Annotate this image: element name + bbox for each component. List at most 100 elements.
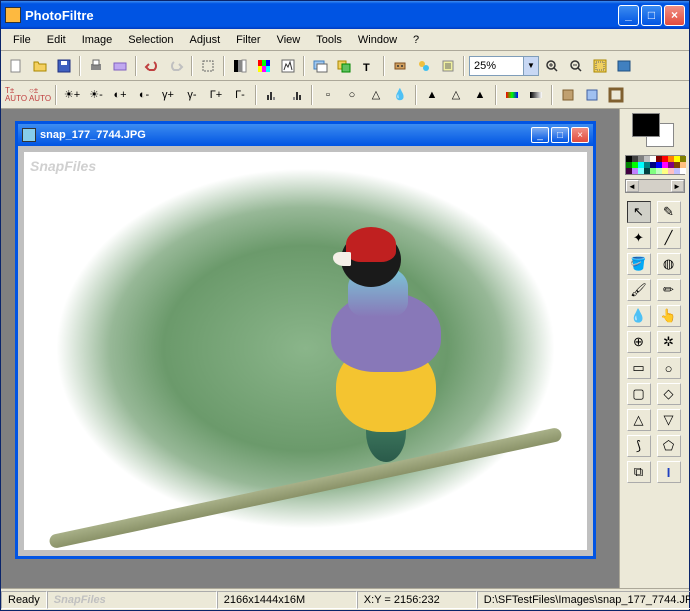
dust-icon[interactable]: △ (445, 84, 467, 106)
magic-wand-icon[interactable]: ✦ (627, 227, 651, 249)
doc-maximize-button[interactable]: □ (551, 127, 569, 143)
sat-plus-icon[interactable]: Γ+ (205, 84, 227, 106)
menu-selection[interactable]: Selection (120, 32, 181, 48)
diamond-icon[interactable]: ◇ (657, 383, 681, 405)
bright-plus-icon[interactable]: ☀+ (61, 84, 83, 106)
options-icon[interactable] (437, 55, 459, 77)
effects-icon[interactable] (413, 55, 435, 77)
contrast-minus-icon[interactable]: ◐- (133, 84, 155, 106)
eyedropper-icon[interactable]: ✎ (657, 201, 681, 223)
fullscreen-icon[interactable] (613, 55, 635, 77)
image-manager-icon[interactable] (309, 55, 331, 77)
sharpen-more-icon[interactable]: △ (365, 84, 387, 106)
contrast-plus-icon[interactable]: ◐+ (109, 84, 131, 106)
tool-panel: ◄ ► ↖ ✎ ✦ ╱ 🪣 ◍ 🖌 ✏ 💧 👆 ⊕ ✲ ▭ ○ ▢ ◇ (619, 109, 689, 588)
text-icon[interactable]: T (357, 55, 379, 77)
scanner-icon[interactable] (109, 55, 131, 77)
titlebar[interactable]: PhotoFiltre _ □ × (1, 1, 689, 29)
document-titlebar[interactable]: snap_177_7744.JPG _ □ × (18, 124, 593, 146)
palette-color[interactable] (680, 168, 686, 174)
minimize-button[interactable]: _ (618, 5, 639, 26)
fill-icon[interactable]: 🪣 (627, 253, 651, 275)
sepia-icon[interactable] (557, 84, 579, 106)
hue-icon[interactable]: ▲ (421, 84, 443, 106)
brush-icon[interactable]: 🖌 (627, 279, 651, 301)
clone-icon[interactable]: ⊕ (627, 331, 651, 353)
selection-rect-icon[interactable] (197, 55, 219, 77)
plugin-icon[interactable] (389, 55, 411, 77)
zoom-in-icon[interactable] (541, 55, 563, 77)
bright-minus-icon[interactable]: ☀- (85, 84, 107, 106)
nudge-icon[interactable]: ⧉ (627, 461, 651, 483)
blur-icon[interactable]: ○ (341, 84, 363, 106)
open-icon[interactable] (29, 55, 51, 77)
menu-adjust[interactable]: Adjust (182, 32, 229, 48)
polygon-icon[interactable]: ⬠ (657, 435, 681, 457)
app-window: PhotoFiltre _ □ × File Edit Image Select… (0, 0, 690, 611)
status-watermark: SnapFiles (47, 591, 217, 609)
triangle-icon[interactable]: △ (627, 409, 651, 431)
undo-icon[interactable] (141, 55, 163, 77)
redo-icon[interactable] (165, 55, 187, 77)
rect-shape-icon[interactable]: ▭ (627, 357, 651, 379)
zoom-select[interactable]: 25% ▼ (469, 56, 539, 76)
spray-icon[interactable]: ◍ (657, 253, 681, 275)
maximize-button[interactable]: □ (641, 5, 662, 26)
levels-icon[interactable] (277, 55, 299, 77)
menu-help[interactable]: ? (405, 32, 427, 48)
foreground-color[interactable] (632, 113, 660, 137)
lasso-icon[interactable]: ⟆ (627, 435, 651, 457)
gamma-plus-icon[interactable]: γ+ (157, 84, 179, 106)
menu-view[interactable]: View (269, 32, 309, 48)
palette-icon[interactable] (253, 55, 275, 77)
menu-file[interactable]: File (5, 32, 39, 48)
sharp-tool-icon[interactable]: ✲ (657, 331, 681, 353)
scroll-left-icon[interactable]: ◄ (626, 180, 639, 192)
line-icon[interactable]: ╱ (657, 227, 681, 249)
blur-tool-icon[interactable]: 💧 (627, 305, 651, 327)
relief-icon[interactable]: ▲ (469, 84, 491, 106)
save-icon[interactable] (53, 55, 75, 77)
frame-icon[interactable] (605, 84, 627, 106)
print-icon[interactable] (85, 55, 107, 77)
layers-icon[interactable] (333, 55, 355, 77)
adv-brush-icon[interactable]: ✏ (657, 279, 681, 301)
auto-levels-icon[interactable]: T±AUTO (5, 84, 27, 106)
rounded-rect-icon[interactable]: ▢ (627, 383, 651, 405)
scroll-right-icon[interactable]: ► (671, 180, 684, 192)
sharpen-icon[interactable]: ▫ (317, 84, 339, 106)
image-canvas[interactable]: SnapFiles (18, 146, 593, 556)
zoom-out-icon[interactable] (565, 55, 587, 77)
soften-icon[interactable]: 💧 (389, 84, 411, 106)
main-toolbar: T 25% ▼ (1, 51, 689, 81)
document-window[interactable]: snap_177_7744.JPG _ □ × SnapFiles (15, 121, 596, 559)
grayscale2-icon[interactable] (525, 84, 547, 106)
workspace: snap_177_7744.JPG _ □ × SnapFiles (1, 109, 689, 588)
new-icon[interactable] (5, 55, 27, 77)
close-button[interactable]: × (664, 5, 685, 26)
text-tool-icon[interactable]: I (657, 461, 681, 483)
hist-right-icon[interactable] (285, 84, 307, 106)
menu-tools[interactable]: Tools (308, 32, 350, 48)
ellipse-shape-icon[interactable]: ○ (657, 357, 681, 379)
gamma-minus-icon[interactable]: γ- (181, 84, 203, 106)
pointer-icon[interactable]: ↖ (627, 201, 651, 223)
photo-mask-icon[interactable] (581, 84, 603, 106)
doc-minimize-button[interactable]: _ (531, 127, 549, 143)
color-swatches[interactable] (632, 113, 678, 151)
grayscale-icon[interactable] (229, 55, 251, 77)
chevron-down-icon[interactable]: ▼ (523, 57, 538, 75)
menu-image[interactable]: Image (74, 32, 121, 48)
mdi-area[interactable]: snap_177_7744.JPG _ □ × SnapFiles (1, 109, 619, 588)
auto-contrast-icon[interactable]: ○±AUTO (29, 84, 51, 106)
gradient-icon[interactable] (501, 84, 523, 106)
menu-window[interactable]: Window (350, 32, 405, 48)
menu-filter[interactable]: Filter (228, 32, 268, 48)
triangle-down-icon[interactable]: ▽ (657, 409, 681, 431)
menu-edit[interactable]: Edit (39, 32, 74, 48)
doc-close-button[interactable]: × (571, 127, 589, 143)
smudge-icon[interactable]: 👆 (657, 305, 681, 327)
fit-window-icon[interactable] (589, 55, 611, 77)
sat-minus-icon[interactable]: Γ- (229, 84, 251, 106)
hist-left-icon[interactable] (261, 84, 283, 106)
